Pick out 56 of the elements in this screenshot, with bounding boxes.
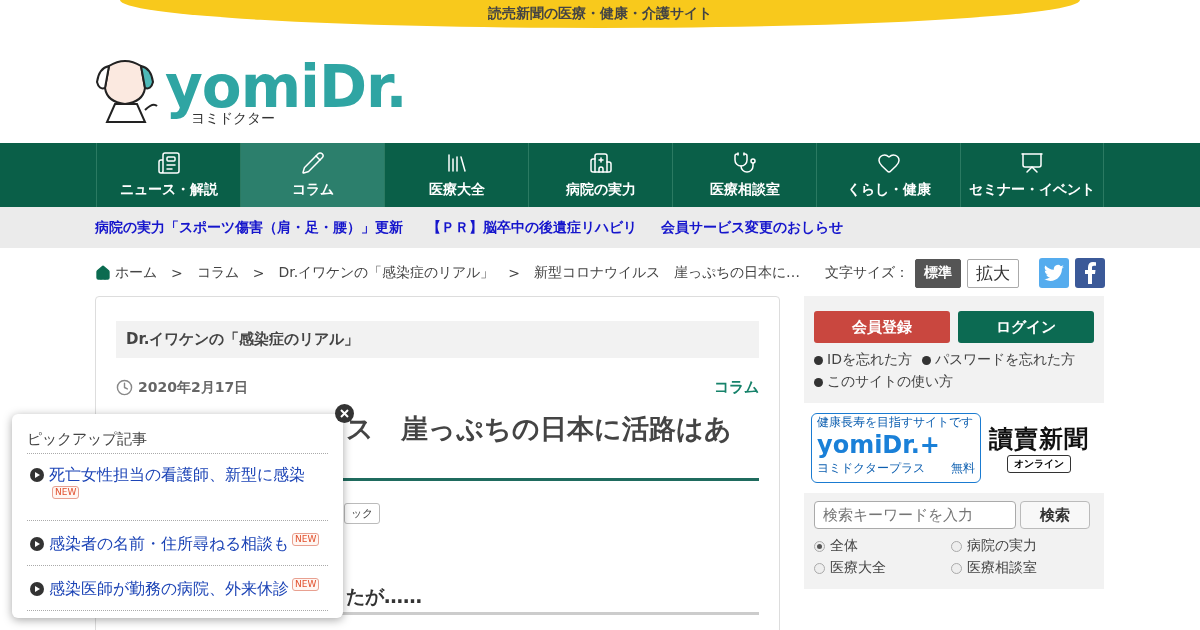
login-button[interactable]: ログイン xyxy=(958,311,1094,343)
online-label: オンライン xyxy=(1007,455,1071,473)
hospital-icon xyxy=(588,151,613,175)
banner-subtitle: ヨミドクタープラス xyxy=(817,461,925,475)
news-ticker-link[interactable]: 病院の実力「スポーツ傷害（肩・足・腰）」更新 xyxy=(95,218,403,237)
breadcrumb-link[interactable]: ホーム xyxy=(95,264,157,282)
pickup-article-link[interactable]: 感染者の名前・住所尋ねる相談も NEW xyxy=(49,533,320,555)
breadcrumb-current: 新型コロナウイルス 崖っぷちの日本に… xyxy=(533,264,800,282)
clock-icon xyxy=(116,379,133,396)
banner-wordmark: yomiDr.+ xyxy=(817,430,941,461)
scope-radio[interactable]: 医療大全 xyxy=(814,559,951,577)
column-series-title[interactable]: Dr.イワケンの「感染症のリアル」 xyxy=(116,321,759,358)
font-size-label: 文字サイズ： xyxy=(825,264,909,282)
search-field[interactable]: 検索キーワードを入力 xyxy=(814,501,1016,529)
breadcrumb-separator: > xyxy=(171,265,183,281)
news-ticker-link[interactable]: 【ＰＲ】脳卒中の後遺症リハビリ xyxy=(427,218,637,237)
home-icon xyxy=(95,265,111,281)
nav-tab[interactable]: コラム xyxy=(240,143,384,207)
radio-circle-icon[interactable] xyxy=(951,540,962,552)
publish-date: 2020年2月17日 xyxy=(116,378,249,397)
scope-radio[interactable]: 病院の実力 xyxy=(951,537,1088,555)
font-size-button[interactable]: 標準 xyxy=(915,258,961,288)
pencil-icon xyxy=(300,151,325,175)
account-link[interactable]: IDを忘れた方 xyxy=(814,351,912,369)
bird-icon[interactable] xyxy=(1039,258,1069,288)
popup-title: ピックアップ記事 xyxy=(27,430,328,454)
radio-circle-icon[interactable] xyxy=(814,540,825,552)
account-link[interactable]: このサイトの使い方 xyxy=(814,373,953,391)
register-button[interactable]: 会員登録 xyxy=(814,311,950,343)
topic-tag[interactable]: ック xyxy=(344,503,380,524)
stethoscope-icon xyxy=(732,151,757,175)
scope-radio[interactable]: 全体 xyxy=(814,537,951,555)
breadcrumb-link[interactable]: コラム xyxy=(196,264,239,282)
scope-radio[interactable]: 医療相談室 xyxy=(951,559,1088,577)
radio-circle-icon[interactable] xyxy=(951,562,962,574)
play-icon xyxy=(30,537,44,551)
account-link[interactable]: パスワードを忘れた方 xyxy=(921,351,1075,369)
f-letter-icon[interactable] xyxy=(1075,258,1105,288)
radio-circle-icon[interactable] xyxy=(814,562,825,574)
news-ticker-link[interactable]: 会員サービス変更のおしらせ xyxy=(661,218,843,237)
category-link[interactable]: コラム xyxy=(714,378,759,397)
free-label: 無料 xyxy=(951,461,975,475)
newspaper-icon xyxy=(156,151,181,175)
yomidr-plus-banner[interactable]: 健康長寿を目指すサイトです yomiDr.+ ヨミドクタープラス 無料 xyxy=(811,413,981,483)
breadcrumb-separator: > xyxy=(508,265,520,281)
heart-icon xyxy=(876,151,901,175)
newspaper-logo[interactable]: 讀賣新聞 xyxy=(989,423,1089,455)
presenter-icon xyxy=(1020,151,1044,175)
site-tagline: 読売新聞の医療・健康・介護サイト xyxy=(120,0,1080,28)
play-icon xyxy=(30,468,44,482)
breadcrumb-link[interactable]: Dr.イワケンの「感染症のリアル」 xyxy=(278,264,495,282)
play-icon xyxy=(30,582,44,596)
breadcrumb-separator: > xyxy=(252,265,265,281)
banner-tagline: 健康長寿を目指すサイトです xyxy=(817,415,974,429)
font-size-button[interactable]: 拡大 xyxy=(967,258,1019,288)
search-button[interactable]: 検索 xyxy=(1020,501,1090,529)
